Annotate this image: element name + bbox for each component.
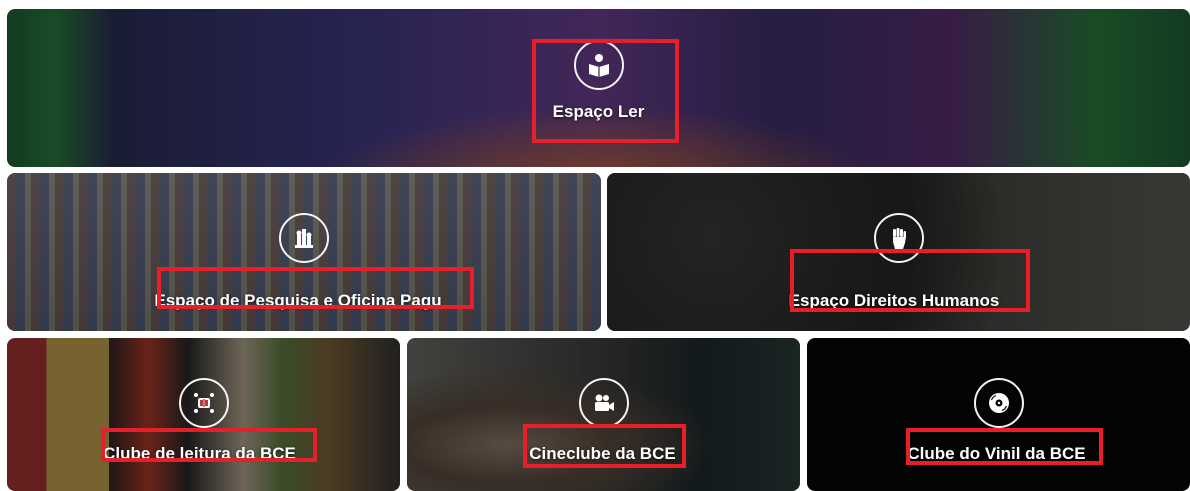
reading-icon [573,40,624,90]
tile-label: Espaço Ler [552,102,645,121]
tile-label: Espaço Direitos Humanos [788,291,1000,310]
tile-label: Clube de leitura da BCE [103,444,296,463]
raised-fist-icon [873,213,924,263]
tile-label: Espaço de Pesquisa e Oficina Pagu [154,291,442,310]
tile-label: Clube do Vinil da BCE [907,444,1086,463]
vinyl-record-icon [973,378,1024,428]
tile-espaco-ler[interactable]: Espaço Ler [7,9,1190,167]
video-camera-icon [578,378,629,428]
tile-label: Cineclube da BCE [529,444,676,463]
tile-cineclube[interactable]: Cineclube da BCE [407,338,800,491]
chess-pieces-icon [279,213,329,263]
tile-clube-vinil[interactable]: Clube do Vinil da BCE [807,338,1190,491]
book-club-icon [178,378,229,428]
tile-espaco-pesquisa[interactable]: Espaço de Pesquisa e Oficina Pagu [7,173,601,331]
tile-espaco-direitos-humanos[interactable]: Espaço Direitos Humanos [607,173,1190,331]
tile-clube-leitura[interactable]: Clube de leitura da BCE [7,338,400,491]
